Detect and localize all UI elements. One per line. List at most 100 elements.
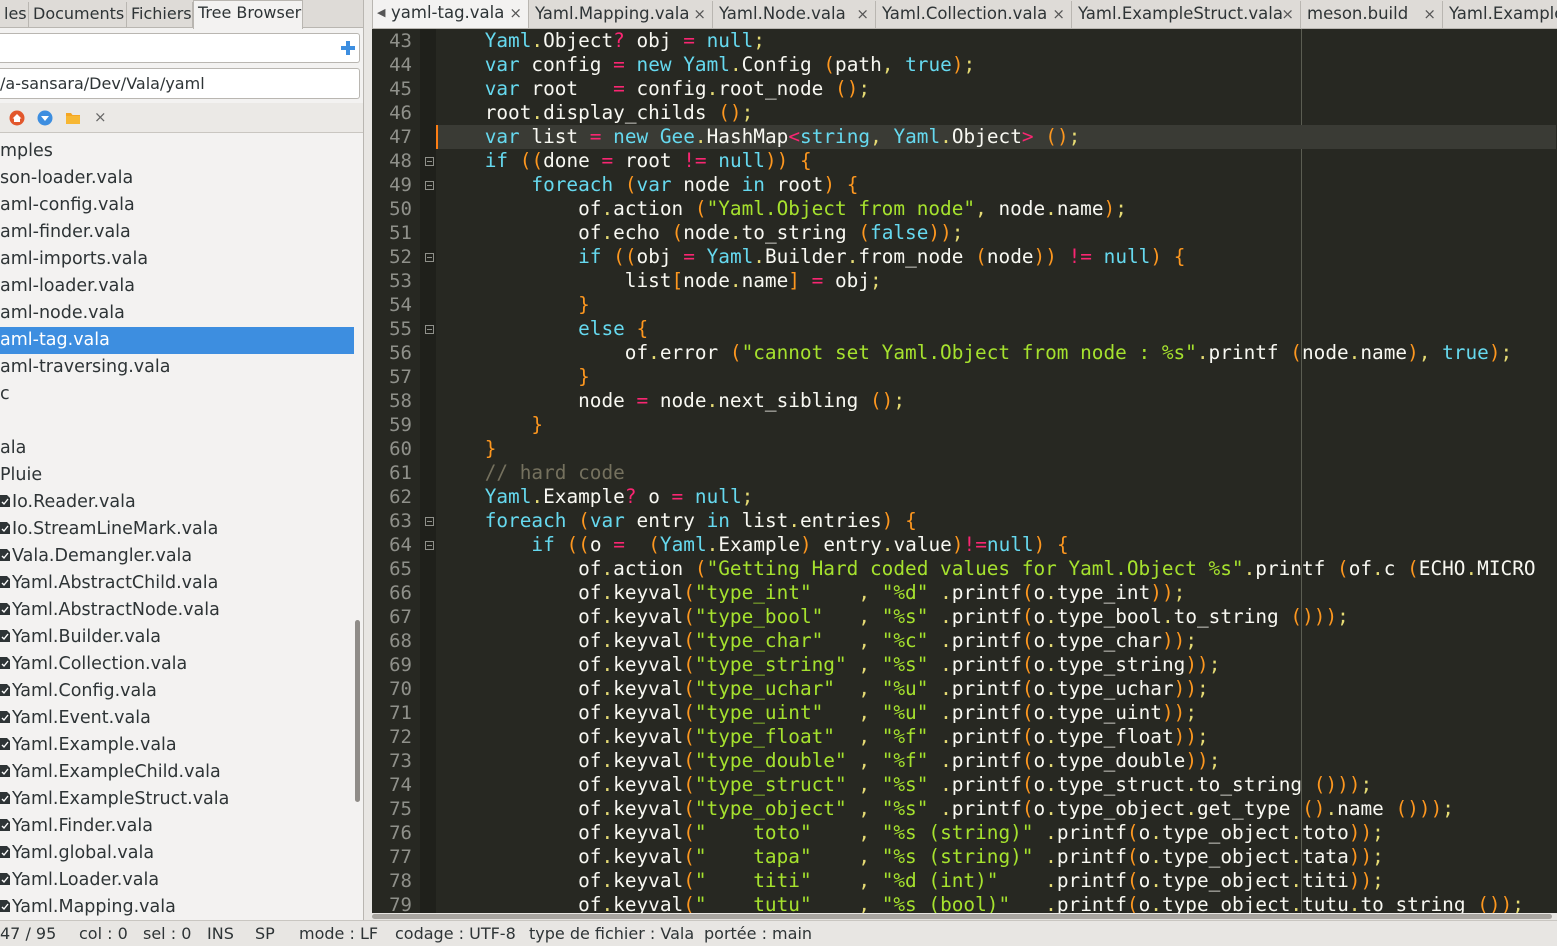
tree-item[interactable]: Yaml.AbstractChild.vala	[0, 570, 354, 597]
tree-item[interactable]: Yaml.Event.vala	[0, 705, 354, 732]
tab-document[interactable]: Yaml.Collection.vala ×	[876, 1, 1072, 28]
code-line[interactable]: Yaml.Example? o = null;	[438, 485, 1556, 509]
tree-item[interactable]: Pluie	[0, 462, 354, 489]
tree-item[interactable]: Yaml.Mapping.vala	[0, 894, 354, 920]
fold-toggle-icon[interactable]	[425, 253, 434, 262]
tree-item[interactable]: aml-traversing.vala	[0, 354, 354, 381]
tree-item[interactable]: Yaml.ExampleStruct.vala	[0, 786, 354, 813]
add-icon[interactable]	[340, 40, 356, 56]
sidebar-scrollbar[interactable]	[355, 620, 360, 802]
code-editor[interactable]: 43 44 45 46 47 48 49 50 51 52 53 54 55 56 57 58 59 60 61 62…	[372, 29, 1557, 913]
code-line[interactable]: of.action ("Yaml.Object from node", node…	[438, 197, 1556, 221]
code-line[interactable]: if ((o = (Yaml.Example) entry.value)!=nu…	[438, 533, 1556, 557]
code-line[interactable]: of.keyval(" tutu" , "%s (bool)" .printf(…	[438, 893, 1556, 913]
tree-item[interactable]: Yaml.global.vala	[0, 840, 354, 867]
code-line[interactable]: if ((done = root != null)) {	[438, 149, 1556, 173]
fold-toggle-icon[interactable]	[425, 325, 434, 334]
close-icon[interactable]: ×	[94, 107, 110, 126]
tab-document[interactable]: Yaml.Node.vala ×	[713, 1, 876, 28]
tab-close-icon[interactable]: ×	[1281, 1, 1294, 27]
tree-item[interactable]: mples	[0, 138, 354, 165]
code-line[interactable]: of.echo (node.to_string (false));	[438, 221, 1556, 245]
code-line[interactable]: of.keyval("type_uint" , "%u" .printf(o.t…	[438, 701, 1556, 725]
tree-item[interactable]: Yaml.AbstractNode.vala	[0, 597, 354, 624]
sidebar-tab[interactable]: Documents	[29, 2, 127, 28]
tree-item[interactable]: Io.StreamLineMark.vala	[0, 516, 354, 543]
pane-splitter[interactable]	[364, 0, 372, 920]
code-line[interactable]: of.keyval(" tapa" , "%s (string)" .print…	[438, 845, 1556, 869]
tree-item[interactable]: aml-node.vala	[0, 300, 354, 327]
tree-item[interactable]	[0, 408, 354, 435]
code-line[interactable]: of.keyval("type_float" , "%f" .printf(o.…	[438, 725, 1556, 749]
path-input[interactable]: /a-sansara/Dev/Vala/yaml	[0, 68, 360, 99]
tree-item[interactable]: Yaml.Builder.vala	[0, 624, 354, 651]
code-line[interactable]: of.keyval("type_int" , "%d" .printf(o.ty…	[438, 581, 1556, 605]
code-line[interactable]: of.keyval(" titi" , "%d (int)" .printf(o…	[438, 869, 1556, 893]
tree-item[interactable]: aml-finder.vala	[0, 219, 354, 246]
code-line[interactable]: of.error ("cannot set Yaml.Object from n…	[438, 341, 1556, 365]
tree-item[interactable]: Yaml.ExampleChild.vala	[0, 759, 354, 786]
code-line[interactable]: }	[438, 365, 1556, 389]
tab-document[interactable]: ◀ yaml-tag.vala ×	[372, 0, 529, 28]
code-line[interactable]: of.keyval("type_char" , "%c" .printf(o.t…	[438, 629, 1556, 653]
code-line[interactable]: node = node.next_sibling ();	[438, 389, 1556, 413]
tab-close-icon[interactable]: ×	[509, 0, 522, 26]
tree-item[interactable]: aml-imports.vala	[0, 246, 354, 273]
editor-hscrollbar[interactable]	[372, 913, 1557, 920]
code-line[interactable]: foreach (var entry in list.entries) {	[438, 509, 1556, 533]
tab-document[interactable]: Yaml.ExampleStruct.vala ×	[1072, 1, 1301, 28]
code-line[interactable]: of.action ("Getting Hard coded values fo…	[438, 557, 1556, 581]
code-line[interactable]: else {	[438, 317, 1556, 341]
tree-item[interactable]: c	[0, 381, 354, 408]
tab-close-icon[interactable]: ×	[1423, 1, 1436, 27]
code-line[interactable]: var list = new Gee.HashMap<string, Yaml.…	[438, 125, 1556, 149]
code-line[interactable]: if ((obj = Yaml.Builder.from_node (node)…	[438, 245, 1556, 269]
tree-item[interactable]: aml-config.vala	[0, 192, 354, 219]
code-line[interactable]: root.display_childs ();	[438, 101, 1556, 125]
tree-item[interactable]: Yaml.Collection.vala	[0, 651, 354, 678]
code-line[interactable]: foreach (var node in root) {	[438, 173, 1556, 197]
code-line[interactable]: Yaml.Object? obj = null;	[438, 29, 1556, 53]
tab-close-icon[interactable]: ×	[856, 1, 869, 27]
hscroll-thumb[interactable]	[372, 914, 1552, 919]
tree-item[interactable]: Io.Reader.vala	[0, 489, 354, 516]
fold-toggle-icon[interactable]	[425, 181, 434, 190]
tree-item[interactable]: Vala.Demangler.vala	[0, 543, 354, 570]
fold-toggle-icon[interactable]	[425, 517, 434, 526]
code-line[interactable]: of.keyval("type_bool" , "%s" .printf(o.t…	[438, 605, 1556, 629]
tree-item[interactable]: Yaml.Loader.vala	[0, 867, 354, 894]
tab-close-icon[interactable]: ×	[1052, 1, 1065, 27]
tree-filter-input[interactable]	[0, 33, 360, 63]
tab-scroll-left-icon[interactable]: ◀	[377, 0, 385, 26]
code-line[interactable]: var root = config.root_node ();	[438, 77, 1556, 101]
tree-item[interactable]: Yaml.Config.vala	[0, 678, 354, 705]
code-line[interactable]: }	[438, 437, 1556, 461]
tab-document[interactable]: Yaml.Mapping.vala ×	[529, 1, 713, 28]
code-line[interactable]: of.keyval("type_uchar" , "%u" .printf(o.…	[438, 677, 1556, 701]
code-line[interactable]: }	[438, 293, 1556, 317]
tree-item[interactable]: Yaml.Example.vala	[0, 732, 354, 759]
code-line[interactable]: list[node.name] = obj;	[438, 269, 1556, 293]
go-down-icon[interactable]	[37, 110, 53, 126]
code-line[interactable]: of.keyval("type_string" , "%s" .printf(o…	[438, 653, 1556, 677]
code-line[interactable]: of.keyval("type_struct" , "%s" .printf(o…	[438, 773, 1556, 797]
tab-close-icon[interactable]: ×	[693, 1, 706, 27]
home-icon[interactable]	[9, 110, 25, 126]
folder-icon[interactable]	[65, 110, 81, 126]
tab-document[interactable]: Yaml.Example	[1443, 1, 1557, 28]
tree-item[interactable]: aml-tag.vala	[0, 327, 354, 354]
sidebar-tab[interactable]: Fichiers	[127, 2, 193, 28]
tree-item[interactable]: Yaml.Finder.vala	[0, 813, 354, 840]
sidebar-tab[interactable]: Tree Browser	[193, 0, 303, 29]
code-line[interactable]: }	[438, 413, 1556, 437]
tab-document[interactable]: meson.build ×	[1301, 1, 1443, 28]
code-line[interactable]: of.keyval("type_double" , "%f" .printf(o…	[438, 749, 1556, 773]
code-line[interactable]: var config = new Yaml.Config (path, true…	[438, 53, 1556, 77]
tree-item[interactable]: aml-loader.vala	[0, 273, 354, 300]
code-line[interactable]: of.keyval(" toto" , "%s (string)" .print…	[438, 821, 1556, 845]
code-line[interactable]: of.keyval("type_object" , "%s" .printf(o…	[438, 797, 1556, 821]
tree-item[interactable]: ala	[0, 435, 354, 462]
tree-item[interactable]: son-loader.vala	[0, 165, 354, 192]
sidebar-tab[interactable]: les	[0, 2, 29, 28]
fold-toggle-icon[interactable]	[425, 157, 434, 166]
